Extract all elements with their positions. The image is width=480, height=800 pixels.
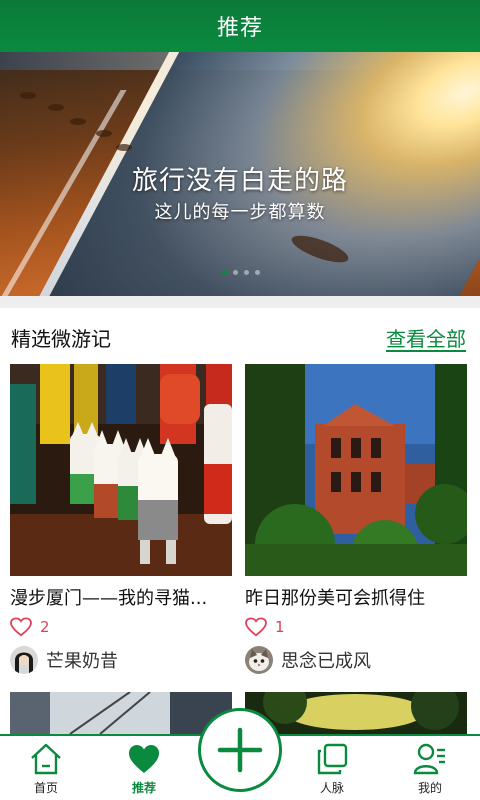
- footprint: [48, 104, 64, 111]
- nav-label: 推荐: [131, 781, 156, 795]
- banner-dot[interactable]: [255, 270, 260, 275]
- publish-button[interactable]: [198, 708, 282, 792]
- nav-item-mine[interactable]: 我的: [390, 736, 470, 800]
- footprint: [116, 144, 132, 151]
- nav-item-contacts[interactable]: 人脉: [292, 736, 372, 800]
- footprint: [70, 118, 86, 125]
- card-title[interactable]: 漫步厦门——我的寻猫...: [10, 584, 232, 610]
- section-title: 精选微游记: [11, 327, 111, 351]
- home-icon: [31, 743, 61, 775]
- nav-item-recommend[interactable]: 推荐: [104, 736, 184, 800]
- travel-note-card[interactable]: 漫步厦门——我的寻猫... 2 芒果奶昔: [10, 364, 232, 684]
- author-name: 思念已成风: [281, 651, 371, 672]
- heart-icon[interactable]: [245, 617, 267, 637]
- user-avatar[interactable]: [245, 646, 273, 674]
- card-title[interactable]: 昨日那份美可会抓得住: [245, 584, 467, 610]
- banner-pagination: [222, 270, 260, 275]
- banner-title: 旅行没有白走的路: [131, 166, 348, 196]
- nav-label: 首页: [33, 781, 58, 795]
- author-row[interactable]: 思念已成风: [245, 646, 371, 674]
- card-image[interactable]: [245, 364, 467, 576]
- banner-dot[interactable]: [222, 270, 227, 275]
- footprint: [96, 130, 112, 137]
- travel-note-card[interactable]: 昨日那份美可会抓得住 1 思念已成风: [245, 364, 467, 684]
- page-title: 推荐: [216, 16, 263, 41]
- banner-carousel[interactable]: 旅行没有白走的路 这儿的每一步都算数: [0, 52, 480, 296]
- card-image: [245, 692, 467, 734]
- nav-label: 我的: [417, 781, 442, 795]
- banner-subtitle: 这儿的每一步都算数: [154, 202, 326, 223]
- cat-figurines-image: [10, 364, 232, 576]
- app-header: 推荐: [0, 0, 480, 52]
- section-divider: [0, 296, 480, 308]
- profile-icon: [413, 743, 445, 775]
- author-row[interactable]: 芒果奶昔: [10, 646, 118, 674]
- heart-icon[interactable]: [10, 617, 32, 637]
- banner-dot[interactable]: [244, 270, 249, 275]
- like-count: 1: [275, 618, 285, 636]
- plus-icon: [217, 727, 263, 773]
- card-image[interactable]: [10, 364, 232, 576]
- travel-note-card-peek[interactable]: [245, 692, 467, 734]
- travel-note-card-peek[interactable]: [10, 692, 232, 734]
- card-image: [10, 692, 232, 734]
- see-all-link[interactable]: 查看全部: [386, 323, 466, 352]
- author-name: 芒果奶昔: [46, 651, 118, 672]
- banner-dot[interactable]: [233, 270, 238, 275]
- nav-label: 人脉: [319, 781, 344, 795]
- like-row[interactable]: 1: [245, 617, 285, 637]
- contacts-icon: [317, 743, 348, 775]
- user-avatar[interactable]: [10, 646, 38, 674]
- footprint: [20, 92, 36, 99]
- red-building-image: [245, 364, 467, 576]
- like-count: 2: [40, 618, 50, 636]
- heart-icon: [129, 745, 159, 773]
- like-row[interactable]: 2: [10, 617, 50, 637]
- nav-item-home[interactable]: 首页: [6, 736, 86, 800]
